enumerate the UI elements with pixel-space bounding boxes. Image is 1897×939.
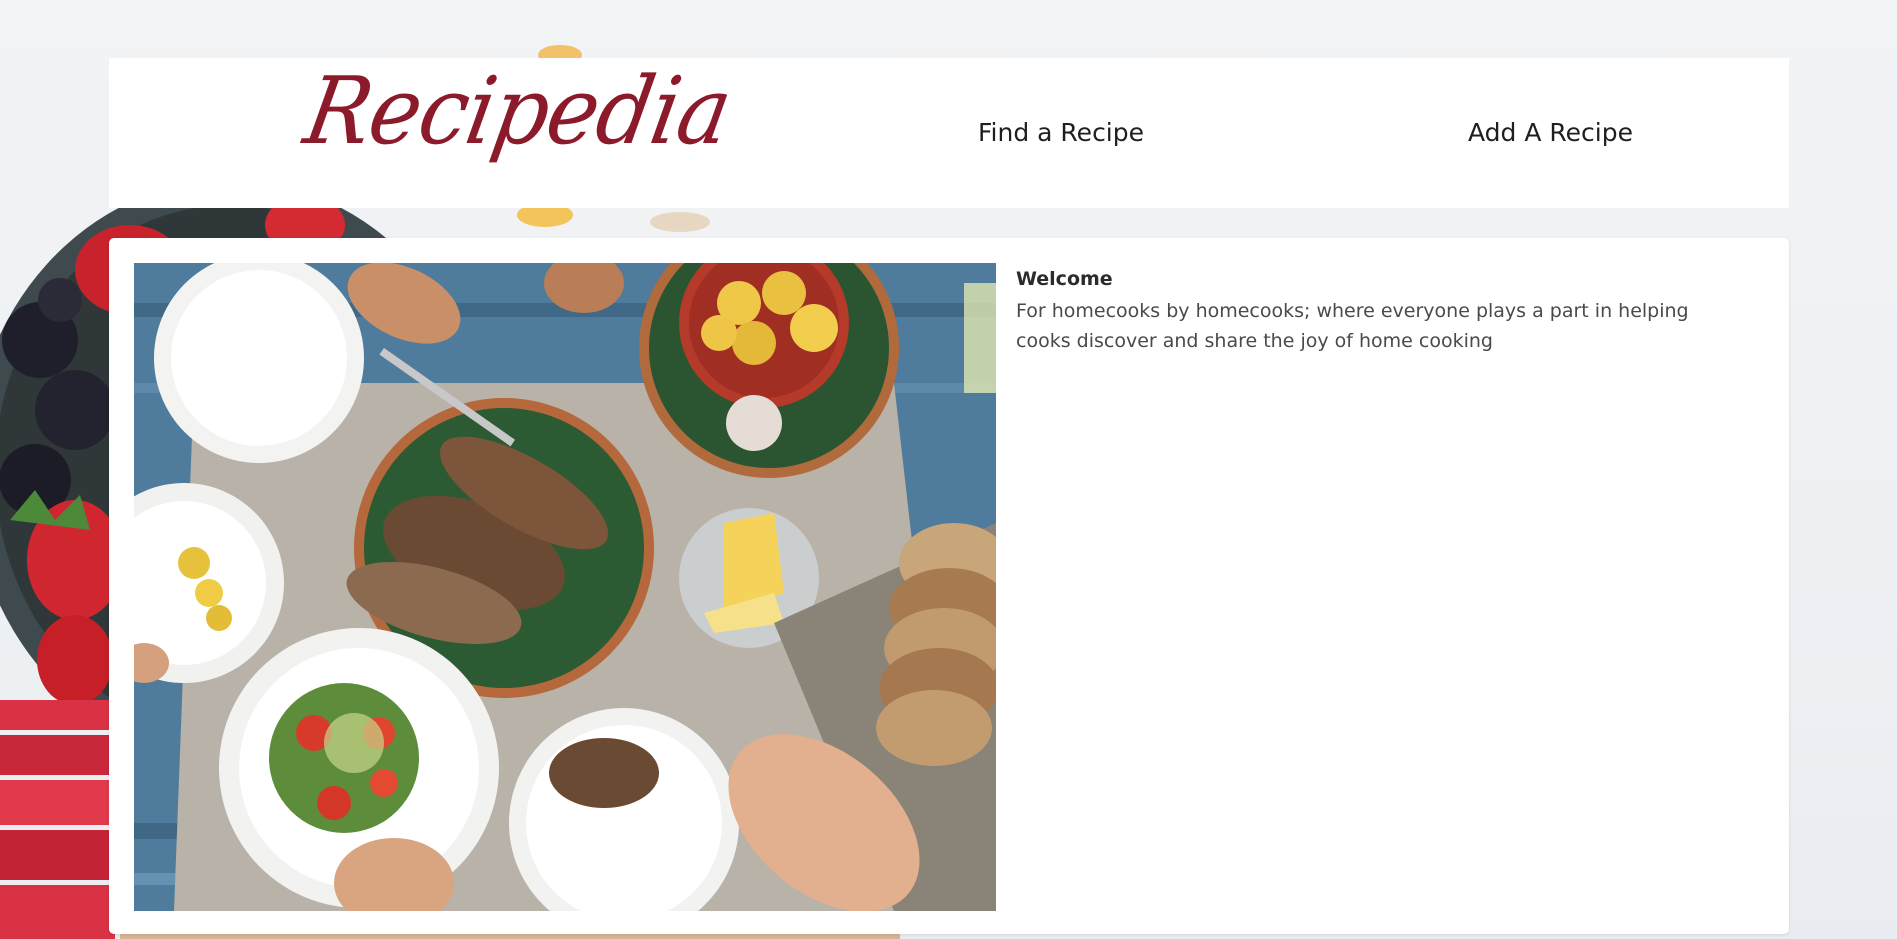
logo[interactable]: Recipedia bbox=[297, 57, 738, 165]
welcome-description: For homecooks by homecooks; where everyo… bbox=[1016, 300, 1689, 352]
welcome-heading: Welcome bbox=[1016, 268, 1113, 290]
nav-add-recipe[interactable]: Add A Recipe bbox=[1468, 118, 1633, 147]
nav-find-recipe[interactable]: Find a Recipe bbox=[978, 118, 1144, 147]
hero-image bbox=[134, 263, 996, 911]
